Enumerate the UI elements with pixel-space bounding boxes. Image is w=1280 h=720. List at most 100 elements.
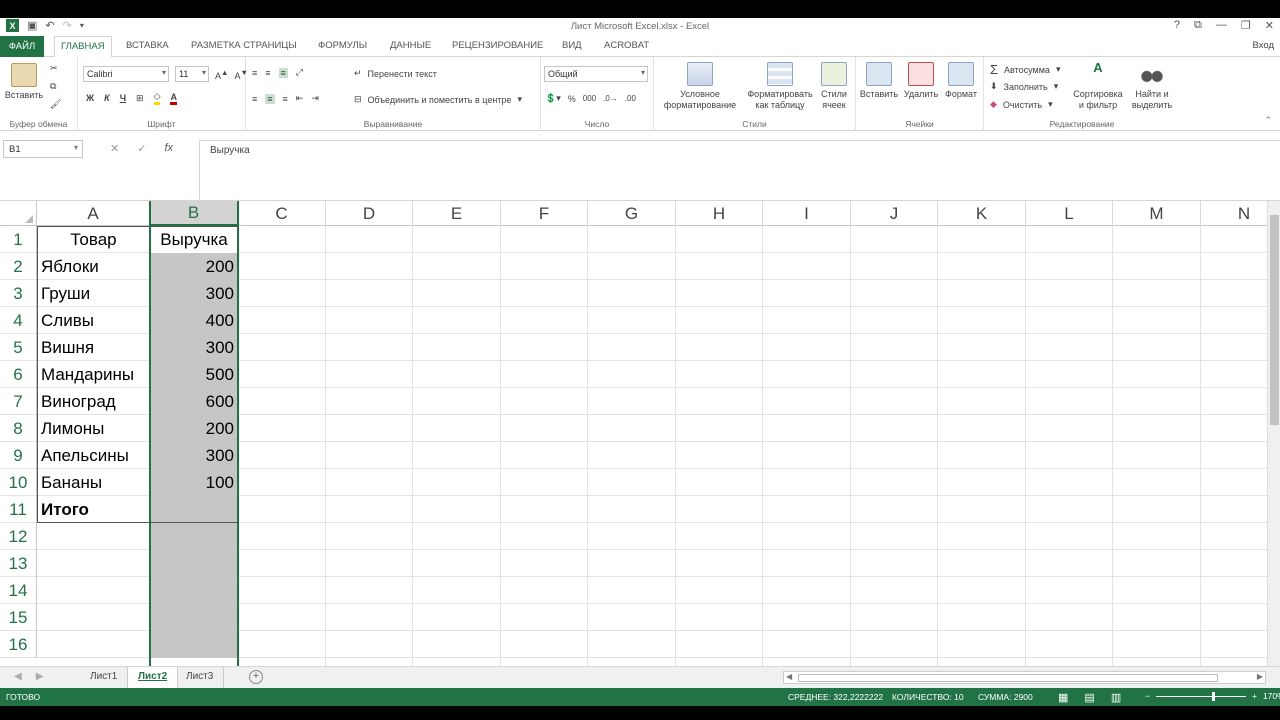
bold-button[interactable]: Ж: [86, 93, 94, 103]
decrease-decimal-icon[interactable]: .00: [625, 94, 636, 103]
merge-center-button[interactable]: ⊟ Объединить и поместить в центре ▾: [354, 94, 522, 105]
cancel-icon[interactable]: ✕: [110, 142, 119, 155]
cell-b4[interactable]: 400: [150, 307, 238, 334]
cell-b7[interactable]: 600: [150, 388, 238, 415]
sheet-tab-1[interactable]: Лист1: [80, 667, 129, 688]
cell-b13[interactable]: [150, 550, 238, 577]
row-header[interactable]: 8: [0, 415, 37, 442]
align-bottom-icon[interactable]: ≡: [278, 67, 288, 78]
cell-a10[interactable]: Бананы: [37, 469, 150, 496]
tab-acrobat[interactable]: ACROBAT: [604, 40, 649, 51]
clear-button[interactable]: ◆ Очистить ▾: [990, 99, 1053, 110]
format-painter-button[interactable]: 🖌: [50, 99, 61, 110]
row-header[interactable]: 1: [0, 226, 37, 253]
cell-b6[interactable]: 500: [150, 361, 238, 388]
thousands-button[interactable]: 000: [583, 94, 596, 103]
horizontal-scroll-thumb[interactable]: [798, 674, 1218, 682]
row-header[interactable]: 11: [0, 496, 37, 523]
tab-view[interactable]: ВИД: [562, 40, 582, 51]
vertical-scroll-thumb[interactable]: [1270, 215, 1279, 425]
cell-b16[interactable]: [150, 631, 238, 658]
insert-function-button[interactable]: fx: [164, 142, 173, 155]
borders-icon[interactable]: ⊞: [136, 93, 144, 104]
zoom-slider-knob[interactable]: [1211, 691, 1215, 701]
cell-b10[interactable]: 100: [150, 469, 238, 496]
cell-a3[interactable]: Груши: [37, 280, 150, 307]
row-header[interactable]: 12: [0, 523, 37, 550]
column-header-h[interactable]: H: [676, 201, 763, 226]
cell-b8[interactable]: 200: [150, 415, 238, 442]
vertical-scrollbar[interactable]: [1267, 201, 1280, 666]
column-header-c[interactable]: C: [238, 201, 326, 226]
status-average[interactable]: СРЕДНЕЕ: 322,2222222: [788, 692, 883, 702]
row-header[interactable]: 7: [0, 388, 37, 415]
column-header-d[interactable]: D: [326, 201, 413, 226]
row-header[interactable]: 15: [0, 604, 37, 631]
autosum-button[interactable]: Σ Автосумма ▾: [990, 62, 1060, 77]
find-select-button[interactable]: Найти и выделить: [1126, 62, 1178, 111]
align-center-icon[interactable]: ≡: [265, 93, 275, 104]
fill-color-icon[interactable]: ◇: [153, 91, 161, 105]
minimize-button[interactable]: —: [1216, 19, 1227, 32]
enter-icon[interactable]: ✓: [137, 142, 146, 155]
next-sheet-icon[interactable]: ▶: [36, 671, 44, 682]
cell-b1[interactable]: Выручка: [150, 226, 238, 253]
sheet-tab-2[interactable]: Лист2: [127, 667, 179, 688]
align-left-icon[interactable]: ≡: [252, 94, 257, 104]
row-header[interactable]: 5: [0, 334, 37, 361]
paste-button[interactable]: Вставить: [4, 63, 44, 101]
column-header-e[interactable]: E: [413, 201, 501, 226]
scroll-right-icon[interactable]: ▶: [1257, 672, 1263, 681]
align-right-icon[interactable]: ≡: [283, 94, 288, 104]
currency-icon[interactable]: 💲▾: [545, 93, 561, 104]
wrap-text-button[interactable]: ↵ Перенести текст: [354, 68, 437, 79]
increase-indent-icon[interactable]: ⇥: [311, 93, 319, 104]
zoom-in-icon[interactable]: +: [1252, 691, 1257, 701]
underline-button[interactable]: Ч: [120, 93, 126, 103]
select-all-button[interactable]: [0, 201, 37, 226]
cell-a4[interactable]: Сливы: [37, 307, 150, 334]
page-break-view-icon[interactable]: ▥: [1111, 691, 1121, 704]
sort-filter-button[interactable]: А Сортировка и фильтр: [1070, 61, 1126, 111]
cell-a15[interactable]: [37, 604, 150, 631]
align-middle-icon[interactable]: ≡: [265, 68, 270, 78]
sheet-tab-3[interactable]: Лист3: [176, 667, 225, 688]
font-color-icon[interactable]: A: [170, 92, 177, 105]
close-button[interactable]: ✕: [1265, 19, 1274, 32]
align-top-icon[interactable]: ≡: [252, 68, 257, 78]
decrease-indent-icon[interactable]: ⇤: [296, 93, 304, 104]
cell-a14[interactable]: [37, 577, 150, 604]
tab-insert[interactable]: ВСТАВКА: [126, 40, 169, 51]
row-header[interactable]: 4: [0, 307, 37, 334]
cell-a2[interactable]: Яблоки: [37, 253, 150, 280]
column-header-f[interactable]: F: [501, 201, 588, 226]
cell-a8[interactable]: Лимоны: [37, 415, 150, 442]
status-count[interactable]: КОЛИЧЕСТВО: 10: [892, 692, 964, 702]
zoom-level[interactable]: 170%: [1263, 691, 1280, 701]
cell-a12[interactable]: [37, 523, 150, 550]
tab-page-layout[interactable]: РАЗМЕТКА СТРАНИЦЫ: [191, 40, 297, 51]
row-header[interactable]: 13: [0, 550, 37, 577]
row-header[interactable]: 14: [0, 577, 37, 604]
cell-a9[interactable]: Апельсины: [37, 442, 150, 469]
cell-b12[interactable]: [150, 523, 238, 550]
row-header[interactable]: 10: [0, 469, 37, 496]
formula-input[interactable]: Выручка: [199, 140, 1280, 200]
cell-a5[interactable]: Вишня: [37, 334, 150, 361]
row-header[interactable]: 2: [0, 253, 37, 280]
cell-a7[interactable]: Виноград: [37, 388, 150, 415]
italic-button[interactable]: К: [104, 93, 110, 103]
normal-view-icon[interactable]: ▦: [1058, 691, 1068, 704]
zoom-slider[interactable]: [1155, 691, 1246, 701]
cell-a6[interactable]: Мандарины: [37, 361, 150, 388]
ribbon-display-button[interactable]: ⧉: [1194, 19, 1202, 32]
page-layout-view-icon[interactable]: ▤: [1084, 691, 1094, 704]
number-format-select[interactable]: Общий: [544, 66, 648, 82]
orientation-icon[interactable]: ⤢: [296, 67, 303, 78]
font-name-select[interactable]: Calibri: [83, 66, 169, 82]
row-header[interactable]: 6: [0, 361, 37, 388]
copy-button[interactable]: ⧉: [50, 81, 56, 92]
cell-b14[interactable]: [150, 577, 238, 604]
scroll-left-icon[interactable]: ◀: [786, 672, 792, 681]
format-as-table-button[interactable]: Форматировать как таблицу: [742, 62, 818, 111]
